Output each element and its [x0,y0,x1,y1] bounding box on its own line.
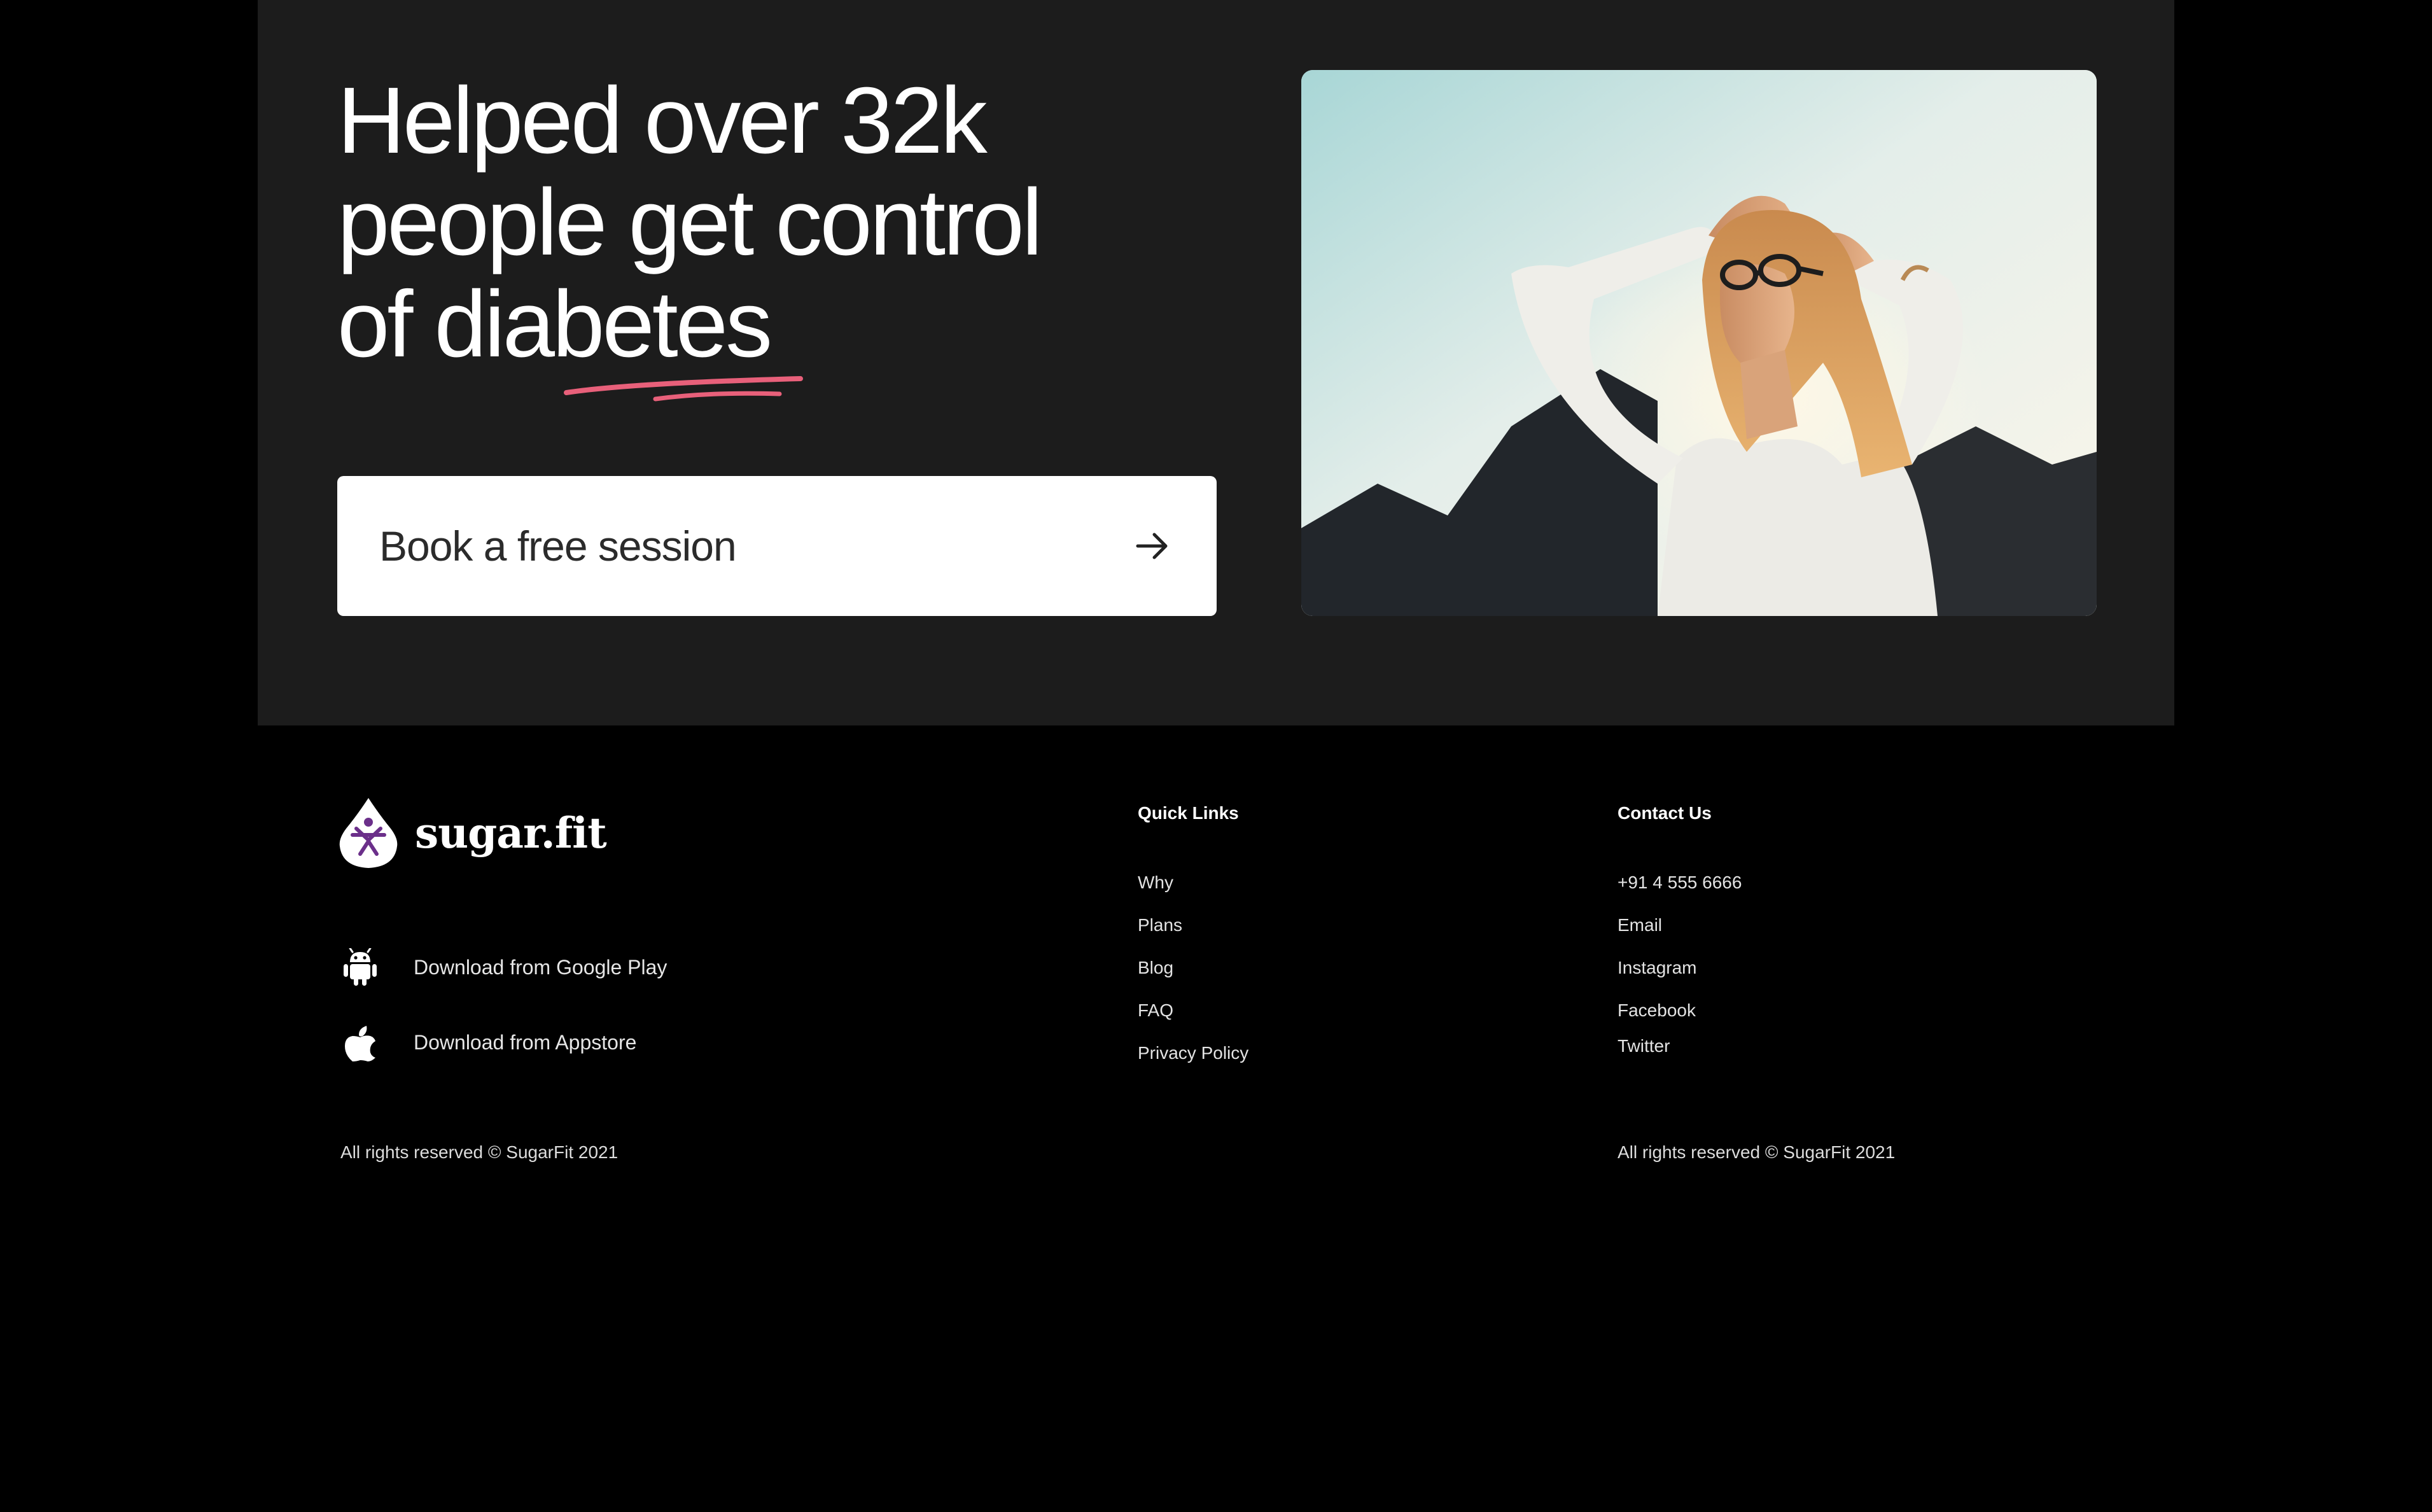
download-google-play-link[interactable]: Download from Google Play [342,948,667,986]
sugarfit-drop-logo-icon [339,798,398,868]
quick-links-heading: Quick Links [1138,803,1239,823]
contact-email-link[interactable]: Email [1618,914,1742,957]
quick-links-list: Why Plans Blog FAQ Privacy Policy [1138,872,1248,1085]
hero-title-line-2: people get control [337,170,1043,275]
hero-title-line-1: Helped over 32k [337,68,988,173]
google-play-label: Download from Google Play [414,955,667,979]
contact-phone-link[interactable]: +91 4 555 6666 [1618,872,1742,914]
arrow-right-icon [1136,533,1168,559]
copyright-left: All rights reserved © SugarFit 2021 [340,1142,618,1162]
hero-photo [1301,70,2097,616]
contact-us-heading: Contact Us [1618,803,1712,823]
hero-section: Helped over 32k people get control of di… [258,0,2174,725]
hero-title: Helped over 32k people get control of di… [337,70,1164,375]
hero-title-line-3: of diabetes [337,272,772,377]
quick-link-blog[interactable]: Blog [1138,957,1248,1000]
contact-twitter-link[interactable]: Twitter [1618,1035,1742,1078]
quick-link-privacy-policy[interactable]: Privacy Policy [1138,1042,1248,1085]
download-appstore-link[interactable]: Download from Appstore [342,1023,636,1061]
quick-link-plans[interactable]: Plans [1138,914,1248,957]
footer-brand[interactable]: sugar.fit [337,795,607,871]
quick-link-faq[interactable]: FAQ [1138,1000,1248,1042]
book-free-session-label: Book a free session [379,522,737,570]
contact-facebook-link[interactable]: Facebook [1618,1000,1742,1035]
copyright-right: All rights reserved © SugarFit 2021 [1618,1142,1896,1162]
quick-link-why[interactable]: Why [1138,872,1248,914]
woman-sunlight-illustration [1301,70,2097,616]
underline-scribble-icon [564,376,803,402]
apple-icon [345,1026,375,1061]
contact-list: +91 4 555 6666 Email Instagram Facebook … [1618,872,1742,1078]
appstore-label: Download from Appstore [414,1030,637,1054]
book-free-session-button[interactable]: Book a free session [337,476,1217,616]
android-icon [344,948,377,986]
contact-instagram-link[interactable]: Instagram [1618,957,1742,1000]
brand-name: sugar.fit [415,808,607,858]
